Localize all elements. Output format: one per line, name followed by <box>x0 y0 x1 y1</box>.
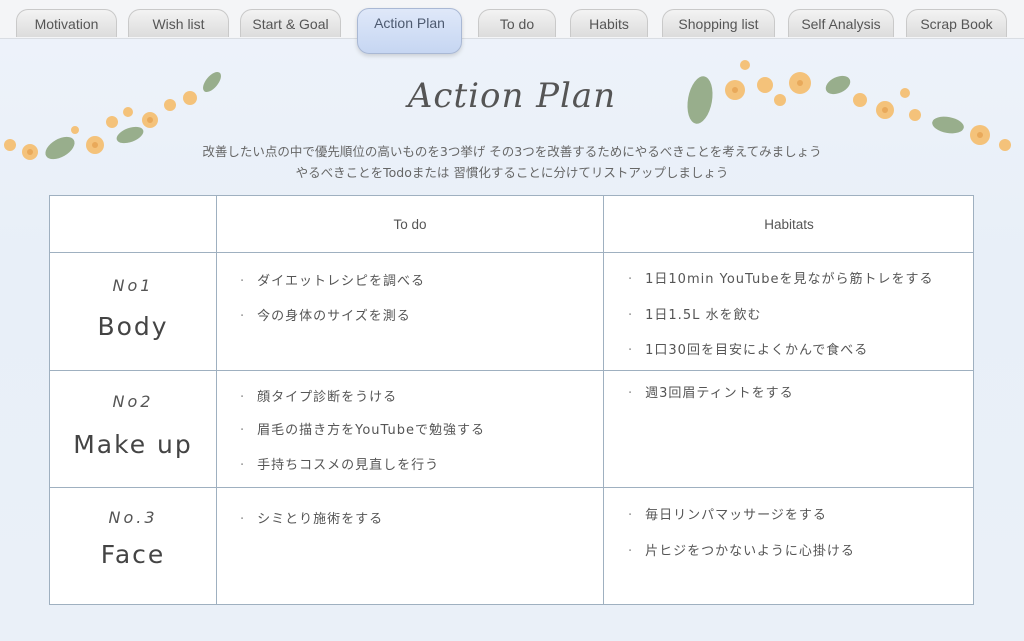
habit-item: · 週3回眉ティントをする <box>628 386 794 401</box>
intro-line-2: やるべきことをTodoまたは 習慣化することに分けてリストアップしましょう <box>295 165 729 180</box>
tab-bar: Motivation Wish list Start & Goal Action… <box>0 0 1024 54</box>
intro-line-1: 改善したい点の中で優先順位の高いものを3つ挙げ その3つを改善するためにやるべき… <box>202 144 822 159</box>
column-header-todo: To do <box>393 216 427 232</box>
tab-to-do[interactable]: To do <box>478 9 556 37</box>
tab-wish-list[interactable]: Wish list <box>128 9 229 37</box>
row-category: Face <box>100 540 166 569</box>
habit-item: · 1日10min YouTubeを見ながら筋トレをする <box>628 272 934 287</box>
tab-motivation[interactable]: Motivation <box>16 9 117 37</box>
tab-start-goal[interactable]: Start & Goal <box>240 9 341 37</box>
todo-item: · 今の身体のサイズを測る <box>240 309 411 324</box>
habit-item: · 片ヒジをつかないように心掛ける <box>628 544 855 559</box>
habit-item: · 1口30回を目安によくかんで食べる <box>628 343 869 358</box>
row-number: No2 <box>112 392 154 411</box>
row-number: No.3 <box>108 508 158 527</box>
row-number: No1 <box>112 276 154 295</box>
row-category: Body <box>97 312 169 341</box>
habit-item: · 1日1.5L 水を飲む <box>628 308 762 323</box>
habit-item: · 毎日リンパマッサージをする <box>628 508 827 523</box>
todo-item: · シミとり施術をする <box>240 512 384 527</box>
tab-shopping-list[interactable]: Shopping list <box>662 9 775 37</box>
todo-item: · 顔タイプ診断をうける <box>240 390 398 405</box>
tab-habits[interactable]: Habits <box>570 9 648 37</box>
todo-item: · ダイエットレシピを調べる <box>240 274 426 289</box>
row-category: Make up <box>73 430 193 459</box>
tab-action-plan[interactable]: Action Plan <box>357 8 462 54</box>
action-plan-table: To do Habitats No1 Body · ダイエットレシピを調べる · 今… <box>49 195 974 605</box>
page-title: Action Plan <box>407 76 617 116</box>
tab-scrap-book[interactable]: Scrap Book <box>906 9 1007 37</box>
todo-item: · 眉毛の描き方をYouTubeで勉強する <box>240 423 486 438</box>
column-header-habits: Habitats <box>764 216 814 232</box>
todo-item: · 手持ちコスメの見直しを行う <box>240 458 440 473</box>
tab-self-analysis[interactable]: Self Analysis <box>788 9 894 37</box>
